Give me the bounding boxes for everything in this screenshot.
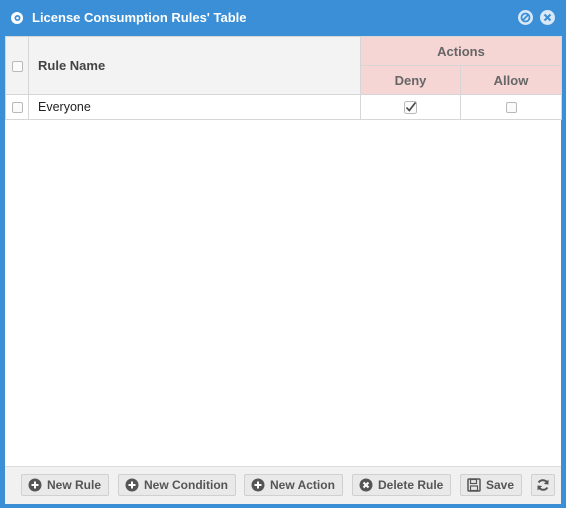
minimize-icon (520, 12, 531, 23)
save-button[interactable]: Save (460, 474, 522, 496)
rule-name-header[interactable]: Rule Name (28, 36, 361, 95)
plus-circle-icon (28, 478, 42, 492)
plus-circle-icon (251, 478, 265, 492)
new-condition-label: New Condition (144, 478, 228, 492)
refresh-icon (537, 479, 549, 491)
deny-cell (360, 94, 461, 120)
plus-circle-icon (125, 478, 139, 492)
refresh-button[interactable] (531, 474, 555, 496)
allow-cell (459, 94, 563, 120)
minimize-button[interactable] (518, 10, 533, 25)
x-circle-icon (359, 478, 373, 492)
table-row[interactable]: Everyone (5, 94, 563, 120)
floppy-disk-icon (467, 478, 481, 492)
select-all-checkbox[interactable] (11, 60, 23, 72)
delete-rule-label: Delete Rule (378, 478, 444, 492)
rules-window: License Consumption Rules' Table Rule Na… (0, 0, 566, 508)
save-label: Save (486, 478, 515, 492)
row-select-cell (5, 94, 29, 120)
new-rule-button[interactable]: New Rule (21, 474, 109, 496)
deny-checked-checkbox-icon[interactable] (404, 101, 417, 115)
actions-header: Actions (359, 36, 563, 66)
select-all-cell (5, 36, 29, 95)
deny-header[interactable]: Deny (360, 65, 461, 95)
rules-table: Rule Name Actions Deny Allow Everyone (5, 36, 563, 120)
window-body: Rule Name Actions Deny Allow Everyone Ne… (5, 36, 563, 504)
title-bar[interactable]: License Consumption Rules' Table (0, 0, 566, 36)
window-title: License Consumption Rules' Table (32, 10, 247, 25)
delete-rule-button[interactable]: Delete Rule (352, 474, 451, 496)
rule-name-cell[interactable]: Everyone (28, 94, 361, 120)
new-condition-button[interactable]: New Condition (118, 474, 236, 496)
app-icon (11, 12, 23, 24)
toolbar: New Rule New Condition New Action Delete… (5, 466, 561, 504)
allow-header[interactable]: Allow (459, 65, 563, 95)
new-action-button[interactable]: New Action (244, 474, 343, 496)
allow-checkbox[interactable] (505, 102, 517, 114)
new-action-label: New Action (270, 478, 335, 492)
new-rule-label: New Rule (47, 478, 102, 492)
close-icon (543, 13, 552, 22)
close-button[interactable] (540, 10, 555, 25)
row-select-checkbox[interactable] (11, 102, 23, 114)
